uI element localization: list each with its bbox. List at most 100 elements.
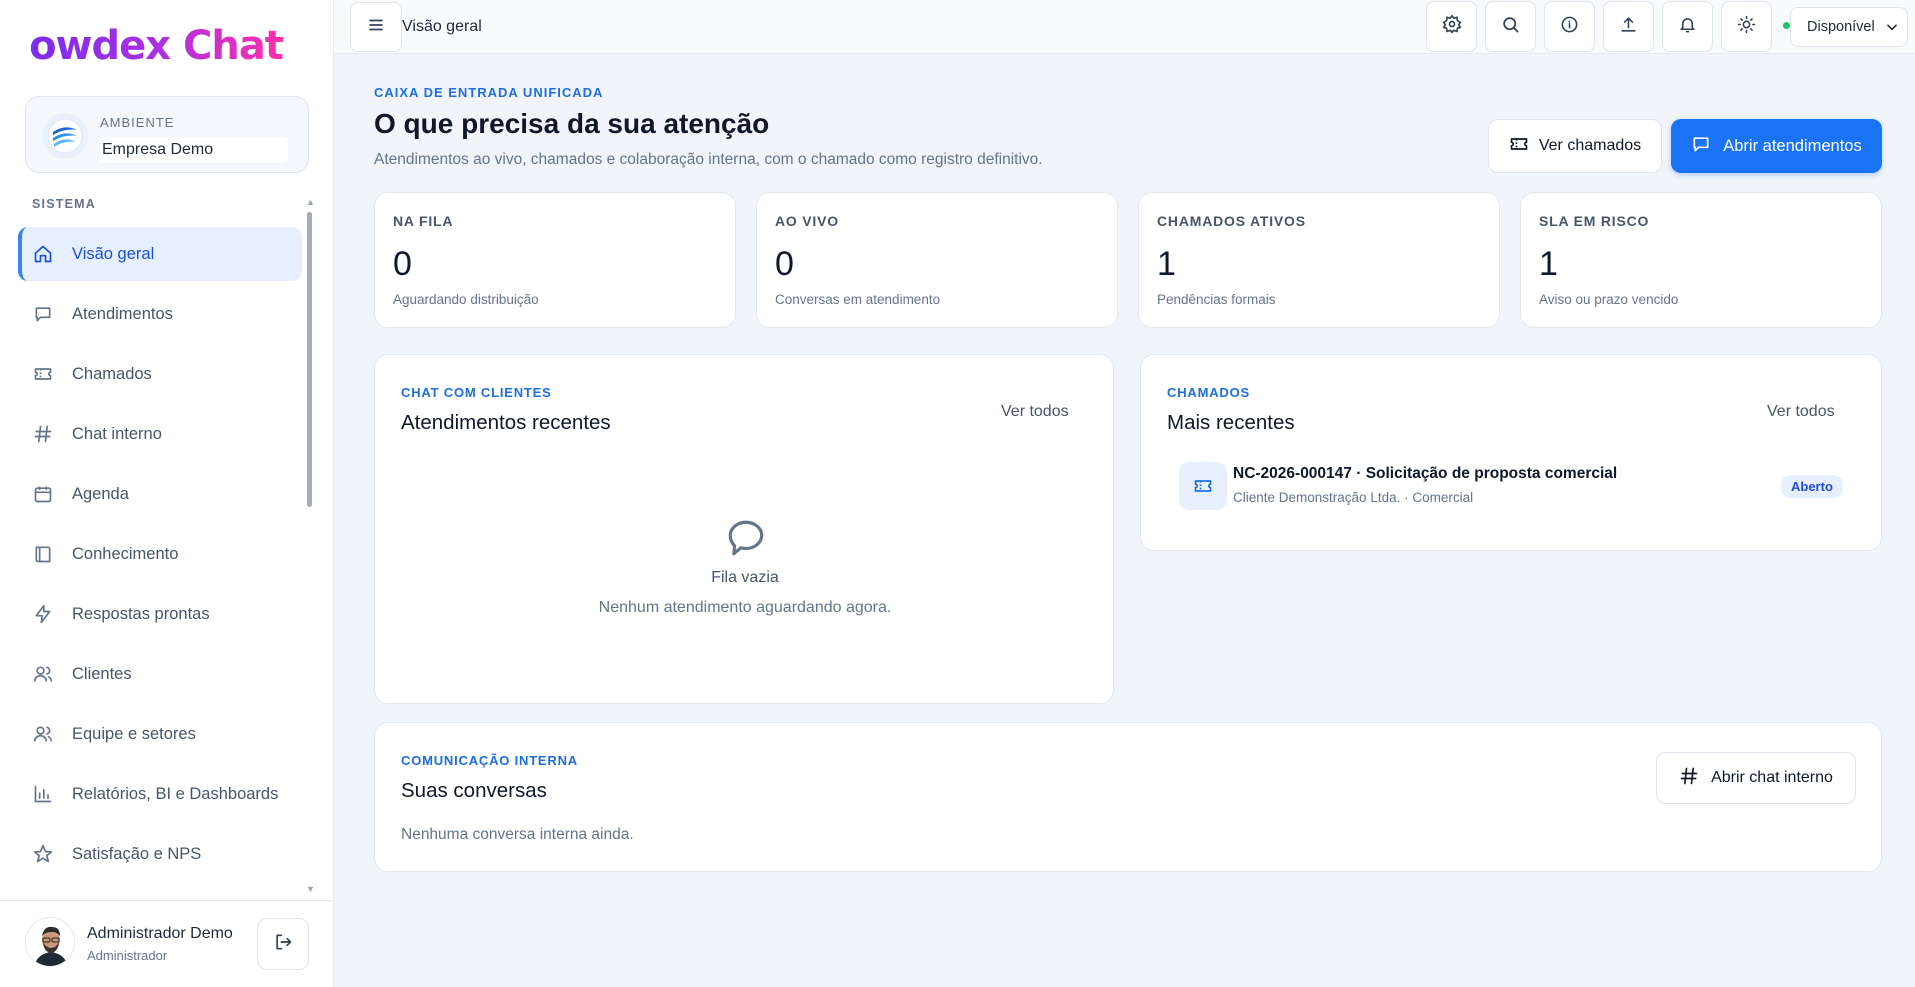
sidebar-item-relatorios[interactable]: Relatórios, BI e Dashboards [18,767,302,821]
company-logo-icon [42,113,88,159]
see-all-attendances-link[interactable]: Ver todos [1001,403,1069,421]
stat-card-live: AO VIVO 0 Conversas em atendimento [756,192,1118,328]
logout-button[interactable] [257,918,309,970]
sidebar-scrollbar[interactable] [307,212,312,507]
sidebar-item-label: Visão geral [72,244,155,263]
sidebar-item-visao-geral[interactable]: Visão geral [18,227,302,281]
user-panel: Administrador Demo Administrador [0,900,334,987]
sidebar-item-agenda[interactable]: Agenda [18,467,302,521]
card-kicker: CHAT COM CLIENTES [401,385,552,400]
info-button[interactable] [1544,1,1595,52]
sidebar-item-clientes[interactable]: Clientes [18,647,302,701]
menu-toggle-button[interactable] [350,2,402,52]
sidebar-item-equipe[interactable]: Equipe e setores [18,707,302,761]
upload-button[interactable] [1603,1,1654,52]
sidebar-item-label: Agenda [72,484,129,503]
notifications-button[interactable] [1662,1,1713,52]
recent-attendances-card: CHAT COM CLIENTES Atendimentos recentes … [374,354,1114,704]
open-internal-chat-label: Abrir chat interno [1711,769,1833,786]
theme-toggle-button[interactable] [1721,1,1772,52]
environment-selector[interactable]: AMBIENTE Empresa Demo [25,96,309,173]
user-name: Administrador Demo [87,925,233,942]
open-attendances-button[interactable]: Abrir atendimentos [1671,119,1882,173]
sidebar-item-atendimentos[interactable]: Atendimentos [18,287,302,341]
sun-icon [1737,15,1756,39]
sidebar-item-label: Chat interno [72,424,162,443]
logout-icon [273,932,293,957]
main-subtitle: Atendimentos ao vivo, chamados e colabor… [374,151,1043,168]
hash-icon [1679,766,1699,791]
sidebar-item-conhecimento[interactable]: Conhecimento [18,527,302,581]
hash-icon [32,423,54,445]
stat-label: SLA EM RISCO [1539,213,1650,229]
sidebar: owdex Chat AMBIENTE Empresa Demo SISTEMA… [0,0,334,987]
settings-button[interactable] [1426,1,1477,52]
info-icon [1560,15,1579,39]
user-role: Administrador [87,948,168,963]
sidebar-item-chat-interno[interactable]: Chat interno [18,407,302,461]
view-tickets-button[interactable]: Ver chamados [1488,119,1662,173]
chat-bubble-icon [32,303,54,325]
stat-card-queue: NA FILA 0 Aguardando distribuição [374,192,736,328]
status-select[interactable]: Disponível [1790,7,1908,47]
upload-icon [1619,15,1638,39]
card-title: Mais recentes [1167,411,1295,434]
sidebar-item-chamados[interactable]: Chamados [18,347,302,401]
scroll-down-icon[interactable]: ▼ [306,884,315,894]
ticket-row[interactable]: NC-2026-000147 · Solicitação de proposta… [1179,459,1879,513]
sidebar-item-label: Conhecimento [72,544,179,563]
top-header: Visão geral Disponível [334,0,1915,54]
chevron-down-icon [1885,20,1899,38]
scroll-up-icon[interactable]: ▲ [306,197,315,207]
chat-bubble-icon [1691,134,1711,159]
stat-label: CHAMADOS ATIVOS [1157,213,1306,229]
open-attendances-label: Abrir atendimentos [1723,136,1862,155]
card-kicker: CHAMADOS [1167,385,1250,400]
empty-state-description: Nenhum atendimento aguardando agora. [598,599,892,616]
stat-label: AO VIVO [775,213,839,229]
team-icon [32,723,54,745]
header-actions [1426,1,1772,52]
recent-tickets-card: CHAMADOS Mais recentes Ver todos NC-2026… [1140,354,1882,551]
environment-label: AMBIENTE [100,115,175,130]
card-title: Atendimentos recentes [401,411,611,434]
brand-logo[interactable]: owdex Chat [20,10,292,82]
lightning-icon [32,603,54,625]
open-internal-chat-button[interactable]: Abrir chat interno [1656,752,1856,804]
ticket-title: NC-2026-000147 · Solicitação de proposta… [1233,465,1618,482]
search-button[interactable] [1485,1,1536,52]
settings-icon [1442,14,1462,39]
sidebar-item-satisfacao[interactable]: Satisfação e NPS [18,827,302,881]
home-icon [32,243,54,265]
stat-value: 0 [775,245,794,283]
hamburger-icon [367,16,385,39]
star-icon [32,843,54,865]
internal-empty-text: Nenhuma conversa interna ainda. [401,826,634,843]
empty-state-title: Fila vazia [711,569,779,586]
stat-value: 1 [1539,245,1558,283]
card-kicker: COMUNICAÇÃO INTERNA [401,753,578,768]
sidebar-item-respostas-prontas[interactable]: Respostas prontas [18,587,302,641]
ticket-icon [1179,462,1227,510]
sidebar-section-label: SISTEMA [32,197,96,211]
sidebar-item-label: Equipe e setores [72,724,196,743]
ticket-subtitle: Cliente Demonstração Ltda. · Comercial [1233,490,1474,505]
sidebar-item-label: Respostas prontas [72,604,210,623]
sidebar-item-label: Atendimentos [72,304,173,323]
status-dot [1783,22,1790,29]
status-badge: Aberto [1781,475,1843,498]
main-title: O que precisa da sua atenção [374,108,770,139]
stat-description: Conversas em atendimento [775,292,941,307]
section-kicker: CAIXA DE ENTRADA UNIFICADA [374,85,604,100]
bell-icon [1678,15,1697,39]
stat-card-sla-risk: SLA EM RISCO 1 Aviso ou prazo vencido [1520,192,1882,328]
chat-bubble-icon [725,517,767,564]
ticket-icon [32,363,54,385]
stat-card-active-tickets: CHAMADOS ATIVOS 1 Pendências formais [1138,192,1500,328]
users-icon [32,663,54,685]
stat-label: NA FILA [393,213,454,229]
avatar[interactable] [25,917,75,967]
see-all-tickets-link[interactable]: Ver todos [1767,403,1835,421]
sidebar-item-label: Clientes [72,664,132,683]
bar-chart-icon [32,783,54,805]
